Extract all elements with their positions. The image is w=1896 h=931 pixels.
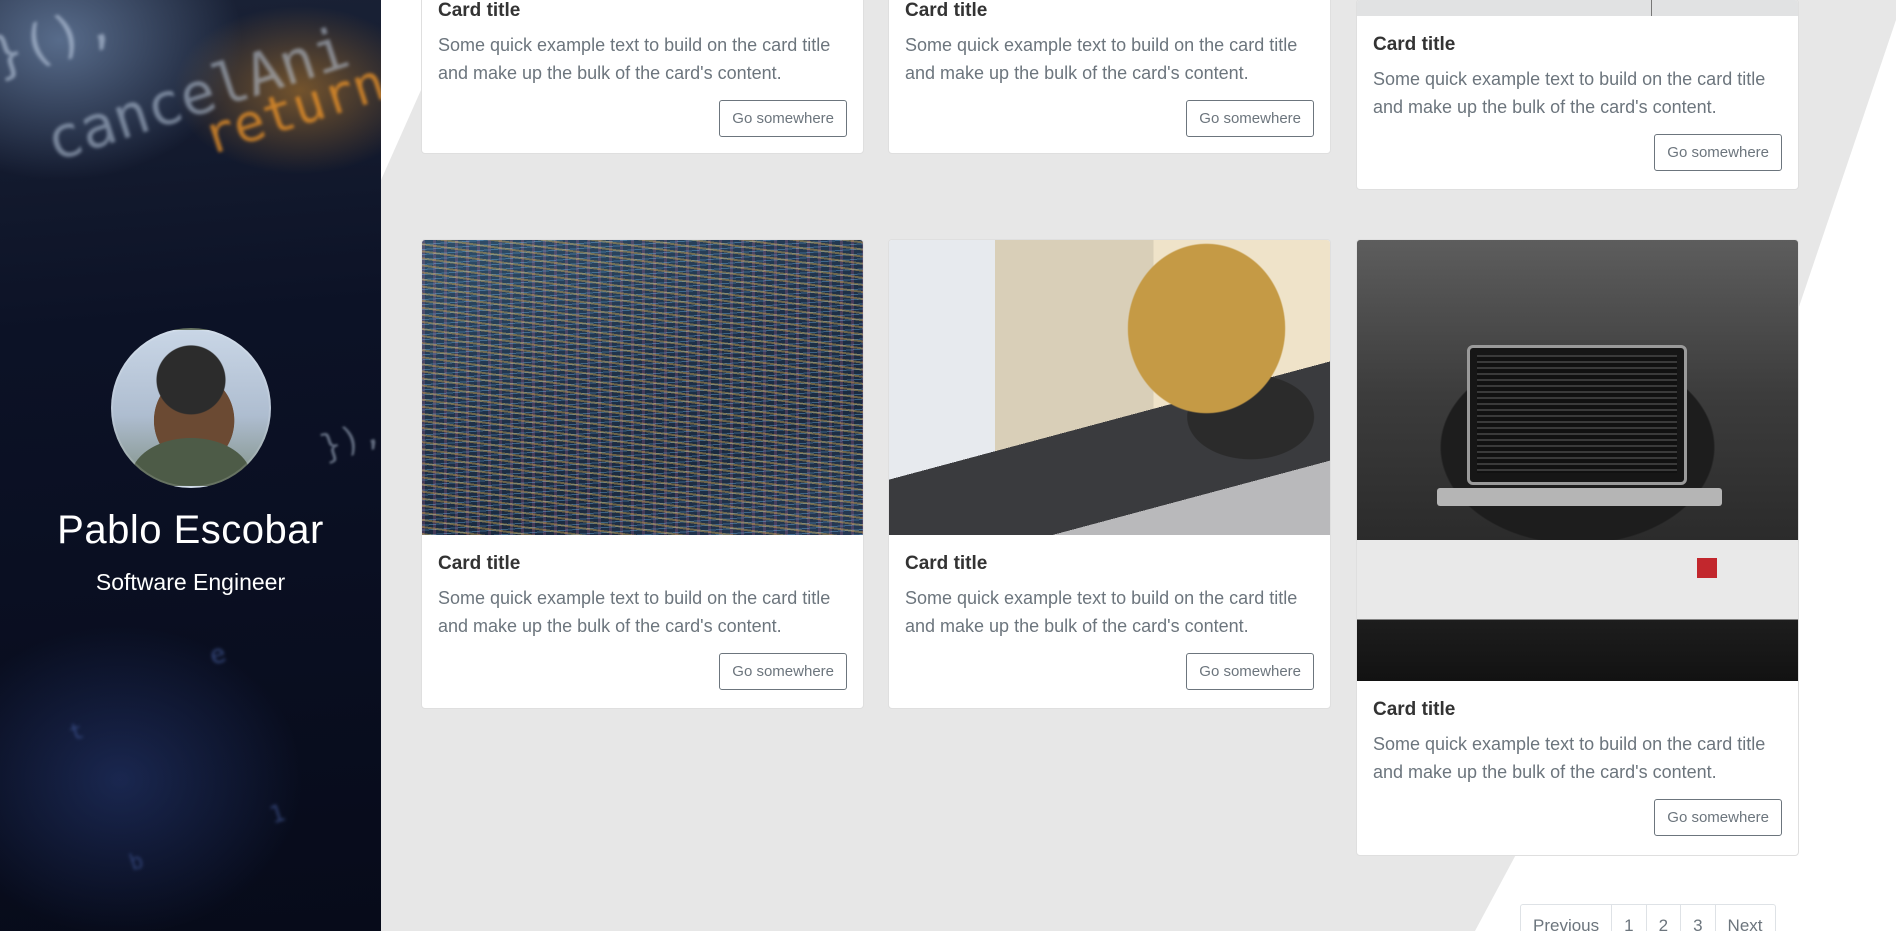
card-text: Some quick example text to build on the … [438, 35, 831, 83]
profile-role: Software Engineer [95, 569, 286, 595]
card-text: Some quick example text to build on the … [438, 588, 831, 636]
card-text: Some quick example text to build on the … [905, 588, 1298, 636]
go-somewhere-button[interactable]: Go somewhere [1186, 100, 1314, 137]
avatar [110, 328, 271, 488]
card-4: Card title Some quick example text to bu… [421, 239, 864, 709]
card-title: Card title [438, 0, 521, 21]
go-somewhere-button[interactable]: Go somewhere [1654, 134, 1782, 171]
card-text: Some quick example text to build on the … [1373, 734, 1766, 782]
pagination-next[interactable]: Next [1714, 905, 1775, 931]
card-title: Card title [438, 553, 521, 574]
go-somewhere-button[interactable]: Go somewhere [1654, 799, 1782, 836]
card-image [1357, 0, 1798, 16]
main-content: Card title Some quick example text to bu… [381, 0, 1896, 931]
profile-block: Pablo Escobar Software Engineer [0, 328, 381, 596]
card-1: Card title Some quick example text to bu… [421, 0, 864, 154]
pagination: Previous 1 2 3 Next [1520, 904, 1776, 931]
card-image [889, 240, 1330, 535]
go-somewhere-button[interactable]: Go somewhere [719, 100, 847, 137]
card-title: Card title [905, 553, 988, 574]
card-2: Card title Some quick example text to bu… [888, 0, 1331, 154]
profile-sidebar: }(), cancelAni return }), e t 1 b Pablo … [0, 0, 381, 931]
card-image [1357, 240, 1798, 681]
card-image [422, 240, 863, 535]
pagination-page-2[interactable]: 2 [1645, 905, 1680, 931]
card-title: Card title [905, 0, 988, 21]
pagination-page-1[interactable]: 1 [1611, 905, 1645, 931]
card-5: Card title Some quick example text to bu… [888, 239, 1331, 709]
pagination-previous[interactable]: Previous [1521, 905, 1611, 931]
card-text: Some quick example text to build on the … [1373, 69, 1766, 117]
card-6: Card title Some quick example text to bu… [1356, 239, 1799, 856]
go-somewhere-button[interactable]: Go somewhere [719, 653, 847, 690]
profile-name: Pablo Escobar [57, 508, 324, 552]
card-title: Card title [1373, 34, 1456, 55]
card-text: Some quick example text to build on the … [905, 35, 1298, 83]
card-title: Card title [1373, 699, 1456, 720]
card-3: Card title Some quick example text to bu… [1356, 0, 1799, 190]
pagination-page-3[interactable]: 3 [1680, 905, 1714, 931]
go-somewhere-button[interactable]: Go somewhere [1186, 653, 1314, 690]
